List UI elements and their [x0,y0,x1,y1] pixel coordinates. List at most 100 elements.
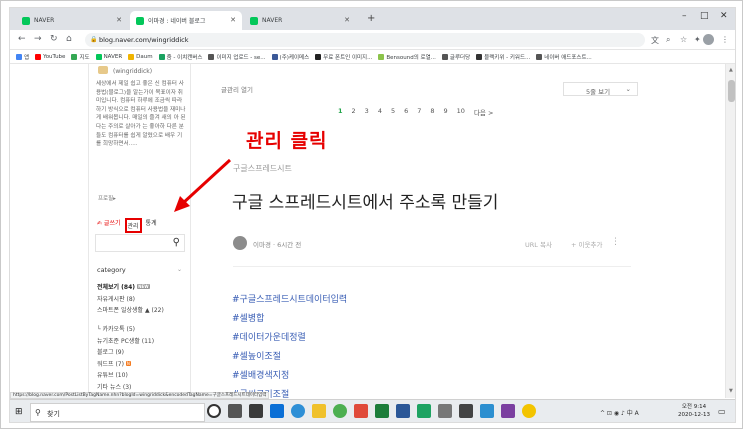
page-link[interactable]: 8 [430,107,434,117]
next-page-link[interactable]: 다음 > [474,107,493,117]
clock-time: 오전 9:14 [681,404,707,410]
apps-icon [16,53,22,60]
close-window-button[interactable]: ✕ [720,11,728,21]
bookmark-item[interactable]: 이미지 업로드 - se... [208,53,266,61]
page-scrollbar[interactable]: ▲ ▼ [725,64,735,398]
tag-link[interactable]: #셀병합 [232,311,347,330]
page-link[interactable]: 1 [338,107,343,117]
app-icon[interactable] [459,404,473,418]
bookmark-item[interactable]: Bensound의 로열... [378,53,436,61]
notification-icon[interactable]: ▭ [718,407,726,416]
store-icon[interactable] [249,404,263,418]
category-item[interactable]: 블로그 (9) [97,347,189,359]
app-icon[interactable] [480,404,494,418]
word-icon[interactable] [396,404,410,418]
category-item[interactable]: 뉴기초준 PC생활 (11) [97,336,189,348]
bookmark-item[interactable]: (주)케이메스 [271,53,309,61]
tag-link[interactable]: #데이터가운데정렬 [232,330,347,349]
chrome-icon[interactable] [333,404,347,418]
post-category[interactable]: 구글스프레드시트 [233,163,292,174]
scrollbar-thumb[interactable] [728,80,735,102]
category-item[interactable]: └ 카카오톡 (5) [97,324,189,336]
translate-icon[interactable]: 文 [651,35,659,46]
tag-link[interactable]: #셀배경색지정 [232,368,347,387]
scroll-up-icon[interactable]: ▲ [729,67,733,73]
search-icon[interactable]: ⚲ [173,237,180,248]
menu-dots-icon[interactable]: ⋮ [721,35,729,44]
bookmark-item[interactable]: YouTube [35,53,65,60]
category-item[interactable]: 자유게시판 (8) [97,294,189,306]
tab-close-icon[interactable]: ✕ [344,16,350,24]
home-icon[interactable]: ⌂ [66,34,72,44]
maximize-button[interactable]: □ [700,11,709,21]
page-link[interactable]: 4 [378,107,382,117]
taskbar-clock[interactable]: 오전 9:14 2020-12-13 [678,403,710,419]
write-link[interactable]: ✍ 글쓰기 [97,218,121,233]
list-size-select[interactable]: 5줄 보기 ⌄ [563,82,638,96]
forward-arrow-icon[interactable]: → [34,34,42,44]
profile-link[interactable]: 프로필▸ [98,194,116,202]
zoom-icon[interactable]: ⌕ [666,35,670,45]
reload-icon[interactable]: ↻ [50,34,58,44]
minimize-button[interactable]: – [682,11,687,21]
tab-blog[interactable]: 이마경 : 네이버 블로그 ✕ [130,11,242,30]
chevron-down-icon[interactable]: ⌄ [177,266,182,273]
bookmark-item[interactable]: 무료 폰트인 이미지... [315,53,372,61]
page-link[interactable]: 3 [365,107,369,117]
bookmark-item[interactable]: 블랙키위 - 키워드... [476,53,530,61]
bookmark-star-icon[interactable]: ☆ [680,35,687,44]
tag-link[interactable]: #셀높이조절 [232,349,347,368]
bookmark-item[interactable]: 지도 [71,53,90,61]
bookmark-item[interactable]: 네이버 애드포스트... [536,53,592,61]
page-link[interactable]: 2 [352,107,356,117]
profile-intro: 세상에서 제일 쉽고 좋은 신 컴퓨터 사용법(블로그)을 알는가이 목표이자 … [96,81,186,148]
new-tab-button[interactable]: + [367,13,375,24]
bookmark-item[interactable]: NAVER [95,53,122,60]
extensions-icon[interactable]: ✦ [694,35,701,44]
tab-close-icon[interactable]: ✕ [230,16,236,24]
url-copy-button[interactable]: URL 복사 [525,239,552,249]
blog-search-input[interactable]: ⚲ [95,234,185,252]
page-link[interactable]: 6 [404,107,408,117]
page-link[interactable]: 7 [417,107,421,117]
app-icon[interactable] [438,404,452,418]
bookmark-item[interactable]: 앱 [16,53,29,61]
profile-avatar-icon[interactable] [703,34,714,45]
cortana-icon[interactable] [207,404,221,418]
taskbar-search-input[interactable]: ⚲ 찾기 [30,403,205,422]
tab-naver-1[interactable]: NAVER ✕ [16,11,128,30]
category-item[interactable]: 워드프 (7) N [97,359,189,371]
more-options-icon[interactable]: ⋮ [611,237,620,247]
post-list-toggle[interactable]: 글관리 열기 [221,84,253,94]
category-item[interactable]: 유튜브 (10) [97,370,189,382]
explorer-icon[interactable] [312,404,326,418]
manage-link[interactable]: 관리 [124,218,142,233]
scroll-down-icon[interactable]: ▼ [729,388,733,394]
bookmark-item[interactable]: Daum [128,53,153,60]
kakaotalk-icon[interactable] [522,404,536,418]
app-icon[interactable] [354,404,368,418]
naver-favicon-icon [250,16,258,25]
app-icon[interactable] [417,404,431,418]
windows-start-icon[interactable]: ⊞ [15,407,23,417]
task-view-icon[interactable] [228,404,242,418]
tab-close-icon[interactable]: ✕ [116,16,122,24]
tab-naver-2[interactable]: NAVER ✕ [244,11,356,30]
system-tray[interactable]: ^ ⊡ ◉ ♪ 中 A [600,408,639,417]
page-link[interactable]: 5 [391,107,395,117]
category-item[interactable]: 스마트폰 일상생활 ▲ (22) [97,305,189,324]
tag-link[interactable]: #구글스프레드시트데이터입력 [232,292,347,311]
add-neighbor-button[interactable]: + 이웃추가 [571,239,602,249]
bookmark-item[interactable]: 줌 - 이치캔버스 [158,53,202,61]
url-field[interactable]: 🔒 blog.naver.com/wingriddick [85,33,645,47]
mail-icon[interactable] [270,404,284,418]
page-link[interactable]: 9 [444,107,448,117]
edge-icon[interactable] [291,404,305,418]
bookmark-item[interactable]: 글루더당 [441,53,470,61]
category-item[interactable]: 전체보기 (84) NEW [97,282,189,294]
back-arrow-icon[interactable]: ← [18,34,26,44]
excel-icon[interactable] [375,404,389,418]
page-link[interactable]: 10 [457,107,465,117]
stats-link[interactable]: 통계 [146,218,157,233]
app-icon[interactable] [501,404,515,418]
